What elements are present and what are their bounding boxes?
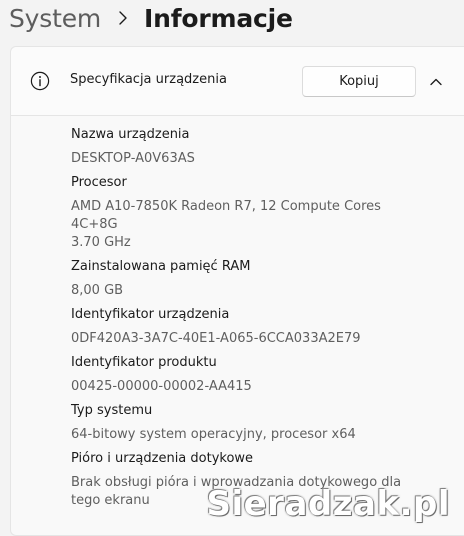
spec-value: AMD A10-7850K Radeon R7, 12 Compute Core… [71, 199, 381, 250]
breadcrumb-system-link[interactable]: System [9, 4, 101, 33]
spec-system-type: Typ systemu 64-bitowy system operacyjny,… [71, 401, 421, 444]
watermark: Sieradzak.pl [206, 484, 450, 524]
section-title: Specyfikacja urządzenia [70, 72, 227, 87]
breadcrumb: System Informacje [9, 0, 293, 36]
spec-value: 0DF420A3-3A7C-40E1-A065-6CCA033A2E79 [71, 331, 361, 346]
spec-label: Identyfikator produktu [71, 355, 217, 370]
chevron-up-icon [430, 78, 442, 86]
info-icon [30, 71, 50, 91]
page-title: Informacje [144, 3, 293, 33]
spec-label: Identyfikator urządzenia [71, 307, 230, 322]
spec-label: Procesor [71, 175, 127, 190]
spec-label: Nazwa urządzenia [71, 127, 190, 142]
spec-device-name: Nazwa urządzenia DESKTOP-A0V63AS [71, 125, 421, 168]
spec-value: DESKTOP-A0V63AS [71, 151, 195, 166]
spec-value: 8,00 GB [71, 283, 124, 298]
spec-value: 64-bitowy system operacyjny, procesor x6… [71, 427, 356, 442]
spec-label: Pióro i urządzenia dotykowe [71, 451, 254, 466]
device-specifications-card: Specyfikacja urządzenia Kopiuj Nazwa urz… [10, 46, 464, 536]
copy-button[interactable]: Kopiuj [302, 66, 416, 97]
spec-label: Zainstalowana pamięć RAM [71, 259, 251, 274]
spec-device-id: Identyfikator urządzenia 0DF420A3-3A7C-4… [71, 305, 421, 348]
collapse-button[interactable] [422, 69, 450, 95]
spec-processor: Procesor AMD A10-7850K Radeon R7, 12 Com… [71, 173, 421, 252]
device-specifications-header[interactable]: Specyfikacja urządzenia Kopiuj [11, 47, 464, 116]
spec-value: 00425-00000-00002-AA415 [71, 379, 252, 394]
chevron-right-icon [115, 10, 131, 26]
spec-installed-ram: Zainstalowana pamięć RAM 8,00 GB [71, 257, 421, 300]
spec-label: Typ systemu [71, 403, 153, 418]
specs-list: Nazwa urządzenia DESKTOP-A0V63AS Proceso… [71, 125, 421, 515]
spec-product-id: Identyfikator produktu 00425-00000-00002… [71, 353, 421, 396]
